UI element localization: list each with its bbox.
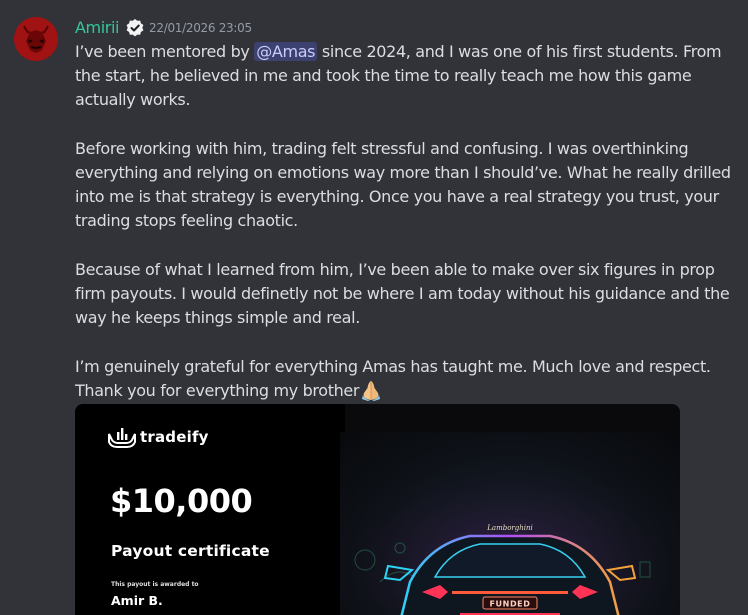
recipient-name: Amir B. — [111, 593, 163, 608]
message-paragraph-3: Because of what I learned from him, I’ve… — [75, 259, 730, 328]
car-script-badge: Lamborghini — [486, 524, 532, 532]
folded-hands-emoji — [359, 379, 383, 401]
author-name[interactable]: Amirii — [75, 18, 119, 37]
car-illustration: Lamborghini FUNDED — [340, 432, 680, 615]
license-plate: FUNDED — [489, 600, 530, 609]
user-mention[interactable]: @Amas — [254, 42, 318, 61]
image-attachment[interactable]: tradeify $10,000 Payout certificate This… — [75, 404, 680, 615]
brand-name: tradeify — [140, 428, 209, 446]
payout-certificate: tradeify $10,000 Payout certificate This… — [75, 404, 345, 615]
paragraph-text: I’ve been mentored by — [75, 42, 255, 61]
message-body: I’ve been mentored by @Amas since 2024, … — [75, 40, 740, 403]
message-paragraph-4: I’m genuinely grateful for everything Am… — [75, 355, 740, 403]
message-timestamp: 22/01/2026 23:05 — [149, 20, 252, 35]
message-paragraph-2: Before working with him, trading felt st… — [75, 138, 731, 231]
message: Amirii 22/01/2026 23:05 I’ve been mentor… — [75, 15, 740, 403]
message-header: Amirii 22/01/2026 23:05 — [75, 15, 740, 40]
hands-chart-logo-icon — [107, 426, 137, 450]
verified-check-icon — [125, 18, 145, 38]
payout-amount: $10,000 — [110, 482, 253, 520]
paragraph-text: I’m genuinely grateful for everything Am… — [75, 356, 711, 400]
avatar[interactable] — [14, 17, 58, 61]
message-paragraph-1: I’ve been mentored by @Amas since 2024, … — [75, 40, 740, 113]
certificate-title: Payout certificate — [111, 542, 270, 560]
red-demon-avatar-icon — [14, 17, 58, 61]
awarded-to-label: This payout is awarded to — [111, 581, 199, 588]
chat-message-view: Amirii 22/01/2026 23:05 I’ve been mentor… — [0, 0, 748, 615]
